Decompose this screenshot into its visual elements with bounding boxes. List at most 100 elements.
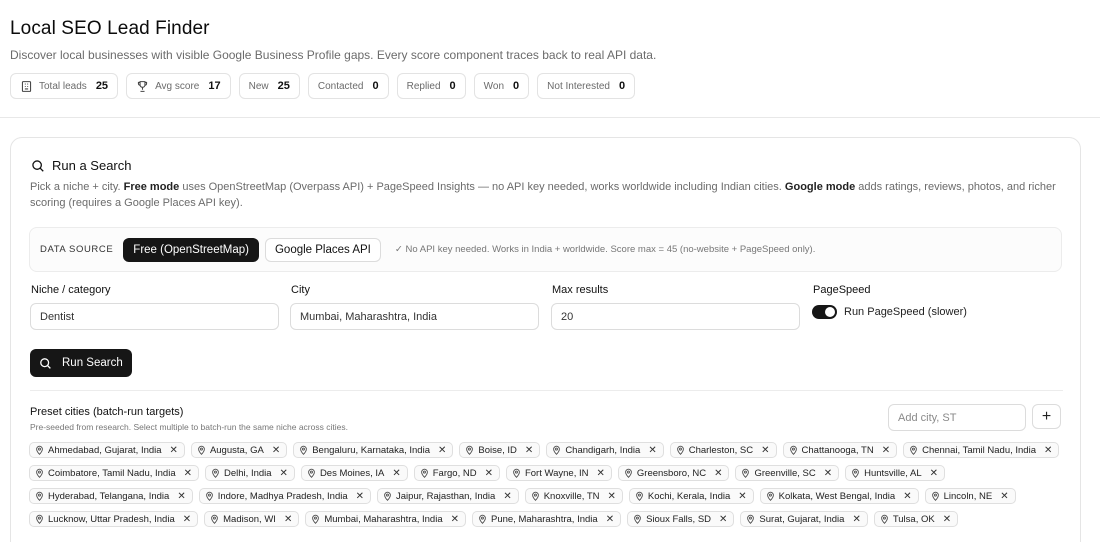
map-pin-icon (466, 445, 474, 455)
stat-replied[interactable]: Replied 0 (396, 73, 466, 99)
city-chip[interactable]: Madison, WI ✕ (204, 511, 300, 527)
city-chip[interactable]: Huntsville, AL ✕ (845, 465, 946, 481)
remove-city-icon[interactable]: ✕ (356, 491, 364, 502)
remove-city-icon[interactable]: ✕ (170, 445, 178, 456)
remove-city-icon[interactable]: ✕ (438, 445, 446, 456)
map-pin-icon (910, 445, 917, 455)
city-chip[interactable]: Augusta, GA ✕ (190, 442, 288, 458)
map-pin-icon (766, 491, 774, 501)
pagespeed-toggle-label: Run PageSpeed (slower) (844, 306, 967, 318)
city-chip[interactable]: Tulsa, OK ✕ (873, 511, 959, 527)
city-chip[interactable]: Chandigarh, India ✕ (546, 442, 664, 458)
city-chip-label: Indore, Madhya Pradesh, India (217, 490, 348, 502)
city-chip[interactable]: Lucknow, Uttar Pradesh, India ✕ (29, 511, 199, 527)
stat-won[interactable]: Won 0 (473, 73, 530, 99)
remove-city-icon[interactable]: ✕ (882, 445, 890, 456)
city-chip-label: Madison, WI (223, 513, 276, 525)
city-chip[interactable]: Lincoln, NE ✕ (924, 488, 1016, 504)
stat-label: Won (483, 80, 505, 92)
max-results-input[interactable]: 20 (551, 303, 800, 330)
remove-city-icon[interactable]: ✕ (280, 468, 288, 479)
remove-city-icon[interactable]: ✕ (714, 468, 722, 479)
remove-city-icon[interactable]: ✕ (943, 514, 951, 525)
add-city-input[interactable]: Add city, ST (888, 404, 1026, 431)
city-chip[interactable]: Delhi, India ✕ (205, 465, 295, 481)
stat-label: Not Interested (547, 80, 610, 92)
remove-city-icon[interactable]: ✕ (903, 491, 911, 502)
stat-avg-score[interactable]: Avg score 17 (126, 73, 231, 99)
data-source-label: DATA SOURCE (40, 244, 114, 255)
city-chip[interactable]: Des Moines, IA ✕ (300, 465, 408, 481)
run-search-button[interactable]: Run Search (30, 349, 132, 377)
city-chip[interactable]: Pune, Maharashtra, India ✕ (472, 511, 622, 527)
data-source-google-button[interactable]: Google Places API (264, 237, 381, 262)
city-chip[interactable]: Jaipur, Rajasthan, India ✕ (377, 488, 519, 504)
map-pin-icon (198, 445, 205, 455)
remove-city-icon[interactable]: ✕ (930, 468, 938, 479)
map-pin-icon (634, 514, 641, 524)
remove-city-icon[interactable]: ✕ (503, 491, 511, 502)
remove-city-icon[interactable]: ✕ (184, 468, 192, 479)
map-pin-icon (747, 514, 755, 524)
remove-city-icon[interactable]: ✕ (606, 514, 614, 525)
remove-city-icon[interactable]: ✕ (648, 445, 656, 456)
stat-total-leads[interactable]: Total leads 25 (10, 73, 119, 99)
city-chip[interactable]: Chattanooga, TN ✕ (782, 442, 898, 458)
city-chip[interactable]: Indore, Madhya Pradesh, India ✕ (198, 488, 372, 504)
city-chip[interactable]: Chennai, Tamil Nadu, India ✕ (903, 442, 1060, 458)
city-chip[interactable]: Ahmedabad, Gujarat, India ✕ (29, 442, 185, 458)
remove-city-icon[interactable]: ✕ (824, 468, 832, 479)
city-chip[interactable]: Coimbatore, Tamil Nadu, India ✕ (29, 465, 200, 481)
city-chip[interactable]: Greenville, SC ✕ (735, 465, 840, 481)
stat-value: 0 (513, 80, 520, 92)
stat-new[interactable]: New 25 (238, 73, 300, 99)
niche-input[interactable]: Dentist (30, 303, 279, 330)
stat-contacted[interactable]: Contacted 0 (307, 73, 389, 99)
pagespeed-toggle-row[interactable]: Run PageSpeed (slower) (812, 305, 967, 319)
pagespeed-label: PageSpeed (813, 284, 871, 296)
city-chip[interactable]: Mumbai, Maharashtra, India ✕ (305, 511, 466, 527)
city-chip[interactable]: Knoxville, TN ✕ (524, 488, 623, 504)
city-chip[interactable]: Fargo, ND ✕ (413, 465, 500, 481)
city-input[interactable]: Mumbai, Maharashtra, India (290, 303, 539, 330)
remove-city-icon[interactable]: ✕ (525, 445, 533, 456)
search-card: Run a Search Pick a niche + city. Free m… (10, 137, 1081, 542)
remove-city-icon[interactable]: ✕ (392, 468, 400, 479)
remove-city-icon[interactable]: ✕ (608, 491, 616, 502)
remove-city-icon[interactable]: ✕ (451, 514, 459, 525)
stat-not-interested[interactable]: Not Interested 0 (537, 73, 636, 99)
city-chip-label: Charleston, SC (688, 444, 754, 456)
add-city-button[interactable]: + (1032, 404, 1061, 429)
city-chip[interactable]: Kochi, Kerala, India ✕ (628, 488, 754, 504)
remove-city-icon[interactable]: ✕ (719, 514, 727, 525)
remove-city-icon[interactable]: ✕ (183, 514, 191, 525)
map-pin-icon (36, 514, 43, 524)
stat-value: 25 (277, 80, 290, 92)
city-chip[interactable]: Sioux Falls, SD ✕ (627, 511, 735, 527)
data-source-free-button[interactable]: Free (OpenStreetMap) (123, 237, 259, 262)
remove-city-icon[interactable]: ✕ (1000, 491, 1008, 502)
remove-city-icon[interactable]: ✕ (485, 468, 493, 479)
pagespeed-toggle[interactable] (812, 305, 837, 319)
building-icon (21, 80, 32, 92)
remove-city-icon[interactable]: ✕ (852, 514, 860, 525)
city-chip[interactable]: Hyderabad, Telangana, India ✕ (29, 488, 193, 504)
city-chip[interactable]: Charleston, SC ✕ (669, 442, 777, 458)
stat-value: 17 (208, 80, 221, 92)
remove-city-icon[interactable]: ✕ (177, 491, 185, 502)
city-chip[interactable]: Surat, Gujarat, India ✕ (740, 511, 868, 527)
city-chip[interactable]: Bengaluru, Karnataka, India ✕ (293, 442, 454, 458)
remove-city-icon[interactable]: ✕ (1044, 445, 1052, 456)
remove-city-icon[interactable]: ✕ (738, 491, 746, 502)
city-chip[interactable]: Boise, ID ✕ (459, 442, 541, 458)
map-pin-icon (881, 514, 888, 524)
city-chip-label: Hyderabad, Telangana, India (48, 490, 170, 502)
city-chip[interactable]: Fort Wayne, IN ✕ (505, 465, 612, 481)
remove-city-icon[interactable]: ✕ (597, 468, 605, 479)
remove-city-icon[interactable]: ✕ (761, 445, 769, 456)
city-chip-label: Lincoln, NE (943, 490, 993, 502)
city-chip[interactable]: Kolkata, West Bengal, India ✕ (759, 488, 919, 504)
remove-city-icon[interactable]: ✕ (272, 445, 280, 456)
city-chip[interactable]: Greensboro, NC ✕ (617, 465, 730, 481)
remove-city-icon[interactable]: ✕ (284, 514, 292, 525)
